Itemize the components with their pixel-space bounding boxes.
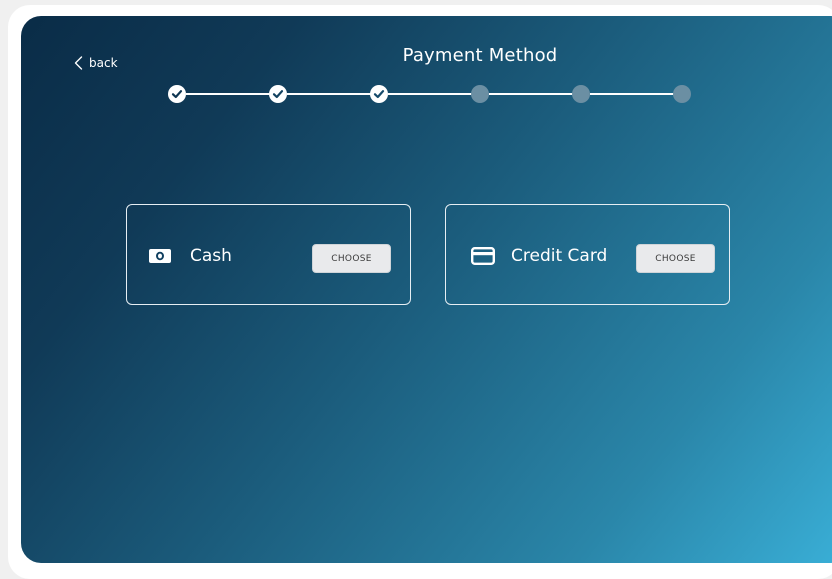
step-connector xyxy=(388,93,472,95)
payment-option-cash[interactable]: Cash CHOOSE xyxy=(126,204,411,305)
check-icon xyxy=(272,90,284,99)
choose-credit-card-button[interactable]: CHOOSE xyxy=(636,244,715,273)
step-connector xyxy=(489,93,573,95)
step-2-completed xyxy=(269,85,287,103)
payment-option-credit-card[interactable]: Credit Card CHOOSE xyxy=(445,204,730,305)
page-title: Payment Method xyxy=(402,45,558,66)
payment-option-label: Credit Card xyxy=(511,246,608,266)
step-connector xyxy=(590,93,674,95)
credit-card-icon xyxy=(471,247,495,265)
payment-screen: back Payment Method Cash CHOOSE Credit C… xyxy=(21,16,832,563)
step-3-completed xyxy=(370,85,388,103)
step-6-pending xyxy=(673,85,691,103)
step-5-pending xyxy=(572,85,590,103)
check-icon xyxy=(373,90,385,99)
step-connector xyxy=(186,93,270,95)
step-1-completed xyxy=(168,85,186,103)
progress-stepper xyxy=(168,84,695,104)
choose-cash-button[interactable]: CHOOSE xyxy=(312,244,391,273)
payment-option-label: Cash xyxy=(190,246,232,266)
step-4-pending xyxy=(471,85,489,103)
cash-icon xyxy=(149,249,171,263)
check-icon xyxy=(171,90,183,99)
step-connector xyxy=(287,93,371,95)
